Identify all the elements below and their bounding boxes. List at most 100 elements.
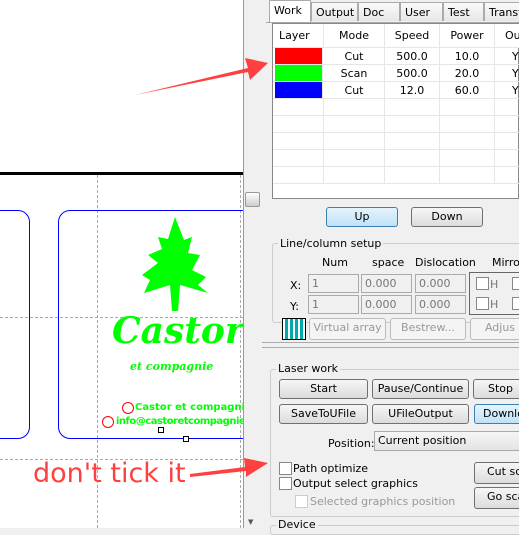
ufile-output-button[interactable]: UFileOutput: [372, 404, 469, 424]
empty-cell: [324, 99, 385, 116]
scrollbar-thumb[interactable]: [245, 192, 260, 207]
tab-output[interactable]: Output: [311, 2, 358, 21]
node-handle[interactable]: [183, 436, 189, 442]
mirror-y-h-checkbox[interactable]: [476, 297, 489, 310]
cell-mode: Cut: [324, 82, 385, 99]
y-num-input[interactable]: 1: [308, 295, 359, 314]
design-subtitle: et compagnie: [130, 360, 214, 373]
table-row[interactable]: Scan 500.0 20.0 Y: [273, 65, 519, 82]
tab-user[interactable]: User: [400, 2, 443, 21]
start-button[interactable]: Start: [279, 379, 368, 399]
tree-icon: [142, 217, 208, 311]
drawing-canvas[interactable]: Castor et compagnie Castor et compagnie …: [0, 0, 243, 528]
empty-cell: [385, 99, 440, 116]
cell-out: Y: [495, 48, 519, 65]
card-outline: [0, 210, 30, 439]
cell-out: Y: [495, 65, 519, 82]
empty-cell: [385, 150, 440, 167]
y-space-input[interactable]: 0.000: [361, 295, 412, 314]
cell-power: 60.0: [440, 82, 495, 99]
cell-speed: 500.0: [385, 65, 440, 82]
empty-cell: [495, 116, 519, 133]
up-button[interactable]: Up: [326, 207, 398, 227]
scroll-down-icon[interactable]: ▼: [248, 518, 253, 526]
cut-scale-button[interactable]: Cut sca: [474, 462, 519, 484]
empty-cell: [273, 167, 324, 184]
empty-cell: [385, 167, 440, 184]
selected-position-checbox[interactable]: [295, 495, 308, 508]
table-row[interactable]: Cut 500.0 10.0 Y: [273, 48, 519, 65]
stop-button[interactable]: Stop: [473, 379, 519, 399]
empty-cell: [385, 133, 440, 150]
x-num-input[interactable]: 1: [308, 274, 359, 293]
y-dislocation-input[interactable]: 0.000: [415, 295, 466, 314]
tab-doc[interactable]: Doc: [358, 2, 400, 21]
empty-cell: [273, 133, 324, 150]
mirror-x-h-checkbox[interactable]: [476, 277, 489, 290]
layer-color-swatch: [275, 82, 323, 98]
path-optimize-label: Path optimize: [293, 462, 369, 475]
col-mirror: Mirror: [492, 256, 519, 269]
x-space-input[interactable]: 0.000: [361, 274, 412, 293]
empty-cell: [273, 116, 324, 133]
empty-cell: [440, 150, 495, 167]
array-icon[interactable]: [282, 318, 306, 340]
design-title: Castor: [112, 310, 243, 352]
position-select[interactable]: Current position: [374, 431, 519, 451]
tab-work[interactable]: Work: [269, 0, 311, 22]
empty-cell: [495, 150, 519, 167]
cell-speed: 500.0: [385, 48, 440, 65]
x-label: X:: [290, 279, 302, 292]
mirror-x-v-checkbox[interactable]: [512, 277, 519, 290]
empty-cell: [324, 133, 385, 150]
line-setup-title: Line/column setup: [278, 237, 384, 250]
col-layer: Layer: [273, 24, 324, 48]
path-optimize-checkbox[interactable]: [279, 462, 292, 475]
cell-mode: Scan: [324, 65, 385, 82]
cell-out: Y: [495, 82, 519, 99]
table-row[interactable]: [273, 133, 519, 150]
cell-power: 20.0: [440, 65, 495, 82]
empty-cell: [495, 167, 519, 184]
tab-test[interactable]: Test: [443, 2, 484, 21]
output-select-checkbox[interactable]: [279, 477, 292, 490]
cell-speed: 12.0: [385, 82, 440, 99]
y-label: Y:: [290, 300, 299, 313]
bestrew-button[interactable]: Bestrew...: [390, 318, 466, 340]
x-dislocation-input[interactable]: 0.000: [415, 274, 466, 293]
empty-cell: [495, 133, 519, 150]
tab-transform[interactable]: Transf: [484, 2, 519, 21]
layer-table[interactable]: Layer Mode Speed Power Out Cut500.010.0Y…: [272, 23, 519, 199]
virtual-array-button[interactable]: Virtual array: [309, 318, 386, 340]
layer-color-swatch: [275, 65, 323, 81]
table-row[interactable]: [273, 116, 519, 133]
download-button[interactable]: Downlo: [474, 404, 519, 424]
table-row[interactable]: [273, 99, 519, 116]
empty-cell: [324, 167, 385, 184]
table-row[interactable]: Cut 12.0 60.0 Y: [273, 82, 519, 99]
save-to-ufile-button[interactable]: SaveToUFile: [279, 404, 368, 424]
mirror-y-v-checkbox[interactable]: [512, 297, 519, 310]
layer-color-swatch: [275, 48, 323, 64]
col-mode: Mode: [324, 24, 385, 48]
col-dislocation: Dislocation: [415, 256, 476, 269]
mirror-h-label: H: [490, 298, 499, 311]
down-button[interactable]: Down: [411, 207, 483, 227]
empty-cell: [440, 99, 495, 116]
empty-cell: [324, 150, 385, 167]
position-label: Position:: [328, 437, 375, 450]
pause-continue-button[interactable]: Pause/Continue: [372, 379, 469, 399]
table-row[interactable]: [273, 150, 519, 167]
adjust-button[interactable]: Adjus: [470, 318, 519, 340]
splitter[interactable]: [262, 342, 519, 348]
empty-cell: [440, 116, 495, 133]
go-scale-button[interactable]: Go sca: [474, 487, 519, 509]
empty-cell: [495, 99, 519, 116]
vertical-scrollbar[interactable]: [243, 0, 262, 528]
table-row[interactable]: [273, 167, 519, 184]
cell-power: 10.0: [440, 48, 495, 65]
col-space: space: [372, 256, 405, 269]
node-handle[interactable]: [158, 427, 164, 433]
email-icon: [102, 416, 114, 428]
empty-cell: [440, 167, 495, 184]
